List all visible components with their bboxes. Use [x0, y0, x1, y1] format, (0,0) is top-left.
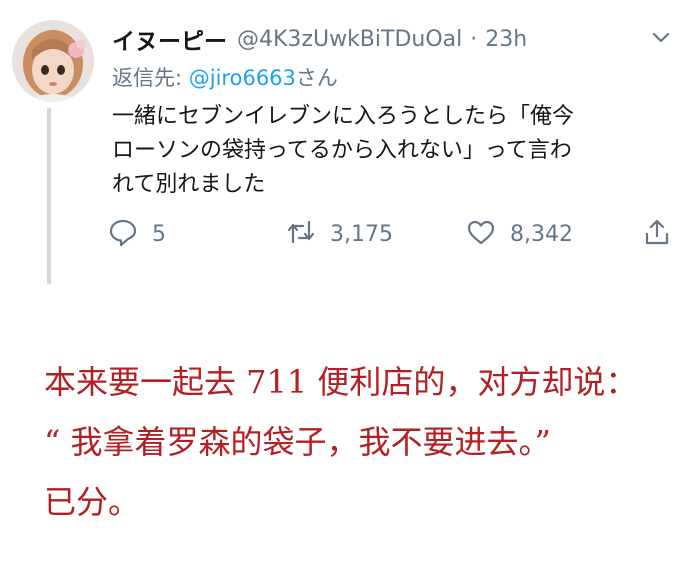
user-handle[interactable]: @4K3zUwkBiTDuOal [237, 27, 462, 52]
tweet-text-line: れて別れました [112, 172, 266, 197]
reply-mention-link[interactable]: @jiro6663 [189, 66, 296, 90]
caption-line: 本来要一起去 711 便利店的，对方却说： [44, 363, 638, 401]
tweet-text: 一緒にセブンイレブンに入ろうとしたら「俺今 ローソンの袋持ってるから入れない」っ… [112, 100, 672, 202]
reply-count: 5 [152, 221, 166, 247]
reply-button[interactable]: 5 [108, 216, 166, 252]
translation-caption: 本来要一起去 711 便利店的，对方却说： “ 我拿着罗森的袋子，我不要进去。”… [44, 352, 684, 532]
chevron-down-icon[interactable] [650, 26, 672, 48]
avatar[interactable] [12, 20, 94, 102]
thread-line [47, 108, 51, 284]
like-count: 8,342 [510, 221, 573, 247]
share-icon [642, 217, 672, 251]
reply-prefix: 返信先: [112, 66, 189, 90]
reply-icon [108, 217, 138, 251]
reply-suffix: さん [295, 66, 338, 90]
timestamp[interactable]: 23h [485, 27, 527, 52]
display-name[interactable]: イヌーピー [112, 22, 227, 56]
reply-context: 返信先: @jiro6663さん [112, 62, 338, 92]
tweet-header: イヌーピー @4K3zUwkBiTDuOal · 23h [112, 22, 678, 56]
tweet-card: イヌーピー @4K3zUwkBiTDuOal · 23h 返信先: @jiro6… [0, 0, 690, 300]
share-button[interactable] [642, 216, 672, 252]
tweet-actions: 5 3,175 8,342 [108, 216, 678, 252]
like-button[interactable]: 8,342 [466, 216, 573, 252]
tweet-text-line: 一緒にセブンイレブンに入ろうとしたら「俺今 [112, 104, 575, 129]
caption-line: “ 我拿着罗森的袋子，我不要进去。” [44, 423, 551, 461]
heart-icon [466, 217, 496, 251]
meta-separator: · [470, 26, 478, 52]
retweet-button[interactable]: 3,175 [286, 216, 393, 252]
retweet-count: 3,175 [330, 221, 393, 247]
caption-line: 已分。 [44, 483, 141, 521]
retweet-icon [286, 217, 316, 251]
tweet-text-line: ローソンの袋持ってるから入れない」って言わ [112, 138, 572, 163]
